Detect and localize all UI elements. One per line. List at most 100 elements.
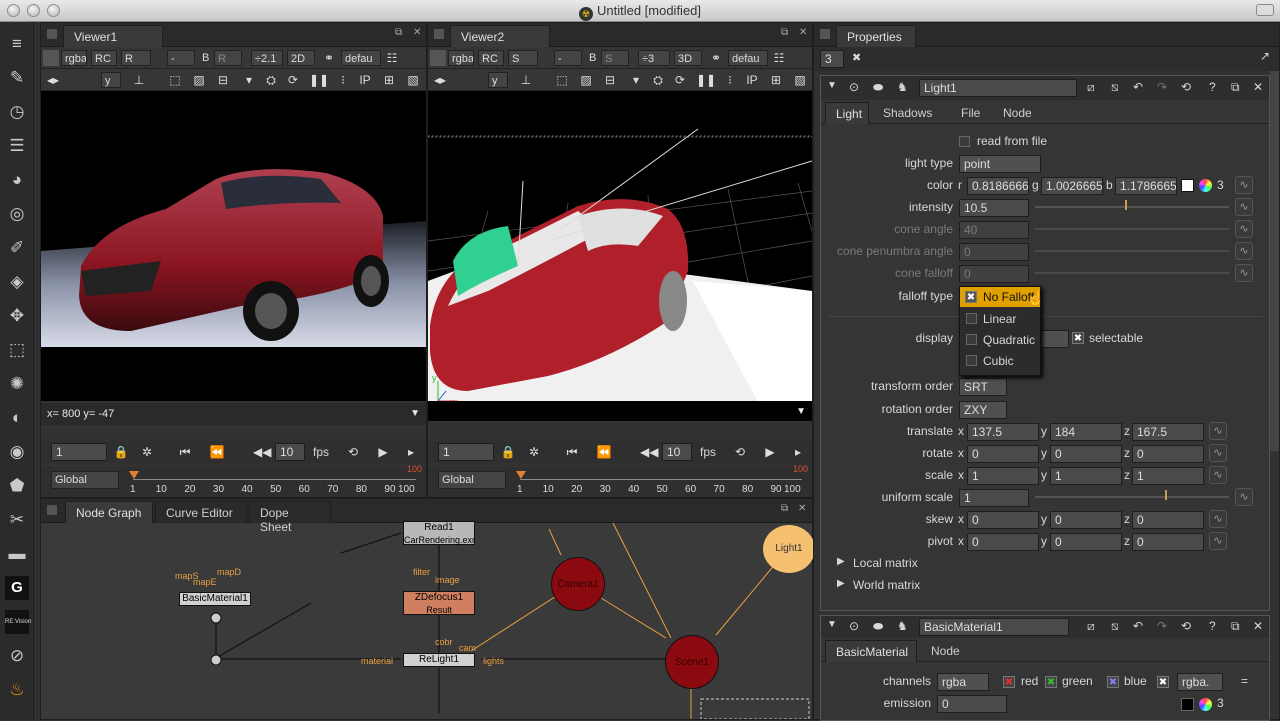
- uniform-scale-slider[interactable]: [1035, 496, 1229, 498]
- panel-menu-icon[interactable]: [434, 29, 444, 39]
- tab-viewer2[interactable]: Viewer2: [450, 25, 550, 47]
- view-mode-dropdown[interactable]: 2D: [287, 50, 315, 66]
- rotation-order-dropdown[interactable]: ZXY: [959, 401, 1007, 419]
- lock-range-icon[interactable]: 🔒: [500, 444, 516, 460]
- rotate-x-field[interactable]: 0: [967, 445, 1039, 463]
- channels-dropdown[interactable]: rgba: [61, 50, 87, 66]
- close-node-icon[interactable]: ✕: [1253, 80, 1263, 94]
- zoom-dropdown[interactable]: ÷2.1: [251, 50, 283, 66]
- intensity-slider-handle[interactable]: [1125, 200, 1127, 210]
- emission-channel-count[interactable]: 3: [1217, 696, 1224, 710]
- pause-icon[interactable]: ❚❚: [696, 72, 716, 88]
- play-mode-icon[interactable]: ✲: [139, 444, 155, 460]
- node-scene1[interactable]: Scene1: [665, 635, 719, 689]
- link-icon[interactable]: ⧅: [1111, 619, 1119, 634]
- input-a-dropdown[interactable]: -: [167, 50, 195, 66]
- falloff-option-linear[interactable]: Linear: [960, 309, 1040, 329]
- color-channel-count[interactable]: 3: [1217, 178, 1224, 192]
- readout-dropdown-icon[interactable]: ▼: [796, 401, 806, 423]
- redo-icon[interactable]: ↷: [1157, 80, 1167, 94]
- color-tools-icon[interactable]: ◕: [5, 168, 29, 192]
- color-wheel-icon[interactable]: [1199, 698, 1212, 711]
- undo-icon[interactable]: ↶: [1133, 619, 1143, 633]
- color-r-field[interactable]: 0.8186666: [967, 177, 1029, 195]
- color-swatch[interactable]: [1181, 179, 1194, 192]
- collapse-node-icon[interactable]: ▼: [827, 80, 837, 91]
- toolbar-menu-icon[interactable]: ≡: [5, 32, 29, 56]
- fps-increment-field[interactable]: 10: [275, 443, 305, 461]
- gamma-slider-icon[interactable]: ⊥: [518, 72, 534, 88]
- alpha-checkbox[interactable]: ✖: [1157, 676, 1169, 688]
- close-node-icon[interactable]: ✕: [1253, 619, 1263, 633]
- readout-dropdown-icon[interactable]: ▼: [410, 403, 420, 425]
- scope-dropdown[interactable]: Global: [438, 471, 506, 489]
- skew-z-field[interactable]: 0: [1132, 511, 1204, 529]
- zoom-dropdown[interactable]: ÷3: [638, 50, 670, 66]
- pivot-z-field[interactable]: 0: [1132, 533, 1204, 551]
- channel-tools-icon[interactable]: ☰: [5, 134, 29, 158]
- play-backward-icon[interactable]: ◀◀: [640, 444, 658, 460]
- viewer-settings-icon[interactable]: [43, 50, 59, 66]
- rotate-z-field[interactable]: 0: [1132, 445, 1204, 463]
- falloff-option-quadratic[interactable]: Quadratic: [960, 330, 1040, 350]
- emission-swatch[interactable]: [1181, 698, 1194, 711]
- color-g-field[interactable]: 1.0026665: [1041, 177, 1103, 195]
- node-name-field[interactable]: BasicMaterial1: [919, 618, 1069, 636]
- tab-curve-editor[interactable]: Curve Editor: [155, 501, 247, 523]
- prev-keyframe-icon[interactable]: ⏪: [209, 444, 225, 460]
- node-read1[interactable]: Read1 CarRendering.exr: [403, 521, 475, 545]
- tab-properties[interactable]: Properties: [836, 25, 916, 47]
- channels-dropdown[interactable]: rgba: [937, 673, 989, 691]
- panel-menu-icon[interactable]: [47, 29, 57, 39]
- play-mode-icon[interactable]: ✲: [526, 444, 542, 460]
- revert-icon[interactable]: ⟲: [1181, 80, 1191, 94]
- expand-local-matrix-icon[interactable]: ▶: [837, 556, 845, 567]
- pivot-y-field[interactable]: 0: [1050, 533, 1122, 551]
- deep-tools-icon[interactable]: ◐: [5, 406, 29, 430]
- roi-icon[interactable]: ⬚: [167, 72, 183, 88]
- scale-y-field[interactable]: 1: [1050, 467, 1122, 485]
- blue-checkbox[interactable]: ✖: [1107, 676, 1119, 688]
- proxy-icon[interactable]: ⊟: [215, 72, 231, 88]
- collapse-icon[interactable]: ↗: [1260, 49, 1270, 63]
- undo-icon[interactable]: ↶: [1133, 80, 1143, 94]
- viewer-settings-icon[interactable]: [430, 50, 446, 66]
- node-camera1[interactable]: Camera1: [551, 557, 605, 611]
- guides-icon[interactable]: ⁝: [335, 72, 351, 88]
- gain-slider-icon[interactable]: ◂▸: [432, 72, 448, 88]
- translate-animation-icon[interactable]: ∿: [1209, 422, 1227, 440]
- node-color-icon[interactable]: ♞: [897, 80, 908, 94]
- transform-tools-icon[interactable]: ✥: [5, 304, 29, 328]
- frame-field[interactable]: 1: [51, 443, 107, 461]
- frame-field[interactable]: 1: [438, 443, 494, 461]
- node-zdefocus1[interactable]: ZDefocus1 Result: [403, 591, 475, 615]
- tab-node-graph[interactable]: Node Graph: [65, 501, 153, 523]
- pause-icon[interactable]: ❚❚: [309, 72, 329, 88]
- proxy-icon[interactable]: ⊟: [602, 72, 618, 88]
- help-icon[interactable]: ?: [1209, 80, 1216, 94]
- downscale-dropdown-icon[interactable]: ▾: [628, 72, 644, 88]
- translate-y-field[interactable]: 184: [1050, 423, 1122, 441]
- help-target-icon[interactable]: ⊙: [849, 80, 859, 94]
- panel-menu-icon[interactable]: [820, 29, 830, 39]
- node-light1[interactable]: Light1: [763, 525, 815, 573]
- region-render-icon[interactable]: ⛭: [650, 72, 666, 88]
- edit-icon[interactable]: ⧄: [1087, 619, 1095, 634]
- time-tools-icon[interactable]: ◷: [5, 100, 29, 124]
- cone-penumbra-field[interactable]: 0: [959, 243, 1029, 261]
- scale-x-field[interactable]: 1: [967, 467, 1039, 485]
- intensity-field[interactable]: 10.5: [959, 199, 1029, 217]
- downscale-dropdown-icon[interactable]: ▾: [241, 72, 257, 88]
- tab-light[interactable]: Light: [825, 102, 869, 124]
- edit-icon[interactable]: ⧄: [1087, 80, 1095, 95]
- tab-node[interactable]: Node: [921, 640, 967, 662]
- green-checkbox[interactable]: ✖: [1045, 676, 1057, 688]
- clear-panels-icon[interactable]: ✖: [852, 51, 861, 64]
- tab-dope-sheet[interactable]: Dope Sheet: [249, 501, 331, 534]
- channels-dropdown[interactable]: rgba: [448, 50, 474, 66]
- roi-icon[interactable]: ⬚: [554, 72, 570, 88]
- input-process-icon[interactable]: IP: [744, 72, 760, 88]
- color-animation-icon[interactable]: ∿: [1235, 176, 1253, 194]
- revert-icon[interactable]: ⟲: [1181, 619, 1191, 633]
- collapse-node-icon[interactable]: ▼: [827, 619, 837, 630]
